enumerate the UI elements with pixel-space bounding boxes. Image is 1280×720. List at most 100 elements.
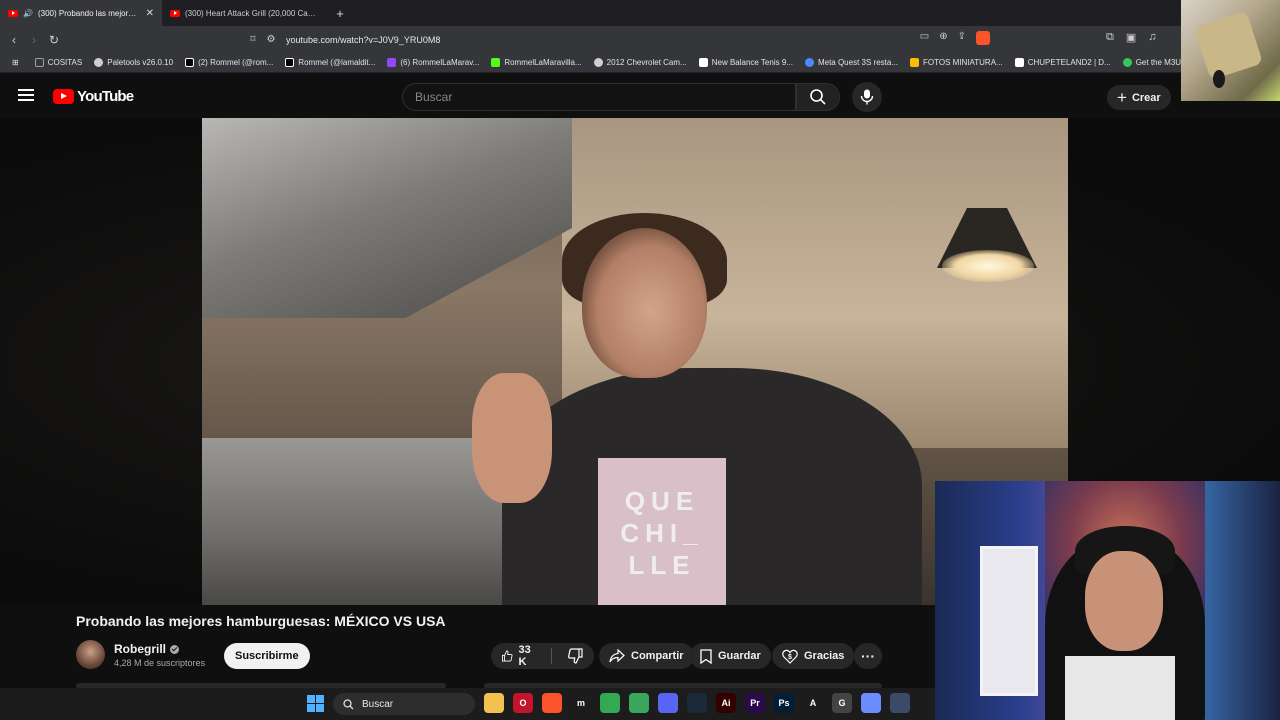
zoom-icon[interactable]: ⊕: [939, 31, 947, 45]
youtube-logo[interactable]: YouTube: [53, 88, 134, 105]
chrome-icon[interactable]: [600, 693, 620, 713]
close-tab-icon[interactable]: ✕: [146, 8, 154, 19]
app-m-icon[interactable]: m: [571, 693, 591, 713]
save-button[interactable]: Guardar: [690, 643, 771, 669]
file-explorer-icon[interactable]: [484, 693, 504, 713]
search-input[interactable]: Buscar: [402, 83, 796, 111]
new-tab-icon[interactable]: +: [330, 6, 350, 21]
bookmark-favicon-icon: [1014, 58, 1024, 67]
brave-shield-icon[interactable]: [976, 31, 990, 45]
video-frame-counter: [202, 438, 502, 605]
extensions-icon[interactable]: ⧉: [1106, 31, 1114, 44]
share-arrow-icon: [609, 649, 625, 663]
bookmark-item[interactable]: RommelLaMaravilla...: [485, 58, 587, 67]
tab-title: (300) Heart Attack Grill (20,000 Calorie: [185, 8, 316, 18]
music-icon[interactable]: ♫: [1148, 31, 1156, 44]
windows-start-icon[interactable]: [307, 695, 324, 712]
bookmark-label: CHUPETELAND2 | D...: [1027, 58, 1111, 67]
browser-tab-strip: 🔊 (300) Probando las mejores hamburguesa…: [0, 0, 1280, 26]
microphone-icon: [860, 89, 874, 105]
bookmark-label: (6) RommelLaMarav...: [400, 58, 480, 67]
shirt-text-line: LLE: [628, 550, 696, 580]
bookmark-item[interactable]: New Balance Tenis 9...: [693, 58, 799, 67]
subscribe-button[interactable]: Suscribirme: [224, 643, 310, 669]
apps-grid-icon[interactable]: ⊞: [6, 58, 29, 67]
back-icon[interactable]: ‹: [4, 33, 24, 47]
taskbar-search-label: Buscar: [362, 698, 394, 710]
bookmark-label: Rommel (@lamaldit...: [298, 58, 376, 67]
bookmark-item[interactable]: Meta Quest 3S resta...: [799, 58, 904, 67]
handcam-object: [1193, 10, 1264, 81]
bookmark-favicon-icon: [1122, 58, 1132, 67]
app-green-icon[interactable]: [629, 693, 649, 713]
search-button[interactable]: [796, 83, 840, 111]
globe-icon: [593, 58, 603, 67]
bookmark-item[interactable]: FOTOS MINIATURA...: [904, 58, 1009, 67]
bookmark-icon[interactable]: ⌑: [244, 34, 262, 45]
share-icon[interactable]: ⇪: [958, 31, 966, 45]
taskbar-search[interactable]: Buscar: [333, 693, 475, 715]
illustrator-icon[interactable]: Ai: [716, 693, 736, 713]
reload-icon[interactable]: ↻: [44, 33, 64, 47]
more-actions-icon[interactable]: ···: [854, 643, 882, 669]
webcam-shelf: [980, 546, 1038, 696]
video-frame-hand: [472, 373, 552, 503]
bookmark-save-icon: [700, 648, 712, 664]
app-g-icon[interactable]: G: [832, 693, 852, 713]
bookmark-label: COSITAS: [47, 58, 83, 67]
app-diamond-icon[interactable]: [890, 693, 910, 713]
cast-icon[interactable]: ▭: [920, 31, 929, 45]
speaker-icon[interactable]: 🔊: [23, 9, 33, 18]
copilot-icon[interactable]: [861, 693, 881, 713]
premiere-icon[interactable]: Pr: [745, 693, 765, 713]
brave-icon[interactable]: [542, 693, 562, 713]
bookmark-item[interactable]: CHUPETELAND2 | D...: [1009, 58, 1117, 67]
search-icon: [343, 698, 354, 709]
webcam-streamer-shirt: [1065, 656, 1175, 720]
video-frame-shirt-print: QUE CHI_ LLE: [598, 458, 726, 605]
channel-name[interactable]: Robegrill: [114, 642, 180, 656]
youtube-play-logo-icon: [53, 89, 74, 104]
twitch-icon: [387, 58, 397, 67]
app-a-icon[interactable]: A: [803, 693, 823, 713]
url-text[interactable]: youtube.com/watch?v=J0V9_YRU0M8: [286, 35, 440, 45]
voice-search-button[interactable]: [852, 82, 882, 112]
heart-dollar-icon: $: [782, 649, 798, 664]
handcam-overlay: [1181, 0, 1280, 101]
discord-icon[interactable]: [658, 693, 678, 713]
sidebar-icon[interactable]: ▣: [1126, 31, 1136, 44]
thumbs-up-icon: [502, 650, 513, 662]
photoshop-icon[interactable]: Ps: [774, 693, 794, 713]
dislike-button[interactable]: [558, 643, 594, 669]
tab-title: (300) Probando las mejores hamburguesas: [37, 8, 141, 18]
bookmark-item[interactable]: Rommel (@lamaldit...: [279, 58, 381, 67]
channel-avatar[interactable]: [76, 640, 105, 669]
bookmark-label: New Balance Tenis 9...: [711, 58, 793, 67]
channel-name-text: Robegrill: [114, 642, 167, 656]
share-button[interactable]: Compartir: [599, 643, 694, 669]
bookmark-item[interactable]: (2) Rommel (@rom...: [179, 58, 279, 67]
create-button[interactable]: + Crear: [1107, 85, 1171, 110]
bookmark-item[interactable]: COSITAS: [29, 58, 89, 67]
opera-icon[interactable]: O: [513, 693, 533, 713]
site-settings-icon[interactable]: ⚙: [262, 34, 280, 45]
steam-icon[interactable]: [687, 693, 707, 713]
bookmark-item[interactable]: 2012 Chevrolet Cam...: [588, 58, 693, 67]
bookmark-item[interactable]: Paletools v26.0.10: [88, 58, 179, 67]
browser-tab-2[interactable]: (300) Heart Attack Grill (20,000 Calorie: [162, 0, 324, 26]
verified-icon: [170, 644, 180, 654]
bookmark-label: Paletools v26.0.10: [107, 58, 174, 67]
video-frame-hood: [202, 118, 572, 318]
save-label: Guardar: [718, 650, 761, 662]
logo-text: YouTube: [77, 88, 134, 105]
address-bar[interactable]: ⌑ ⚙ youtube.com/watch?v=J0V9_YRU0M8 ▭ ⊕ …: [244, 28, 990, 51]
like-button[interactable]: 33 K: [491, 643, 545, 669]
browser-tab-1[interactable]: 🔊 (300) Probando las mejores hamburguesa…: [0, 0, 162, 26]
youtube-favicon-icon: [8, 9, 18, 17]
bookmark-item[interactable]: (6) RommelLaMarav...: [381, 58, 485, 67]
thanks-button[interactable]: $ Gracias: [772, 643, 855, 669]
shirt-text-line: CHI_: [620, 518, 704, 548]
thanks-label: Gracias: [804, 650, 845, 662]
menu-icon[interactable]: [18, 89, 34, 101]
forward-icon[interactable]: ›: [24, 33, 44, 47]
